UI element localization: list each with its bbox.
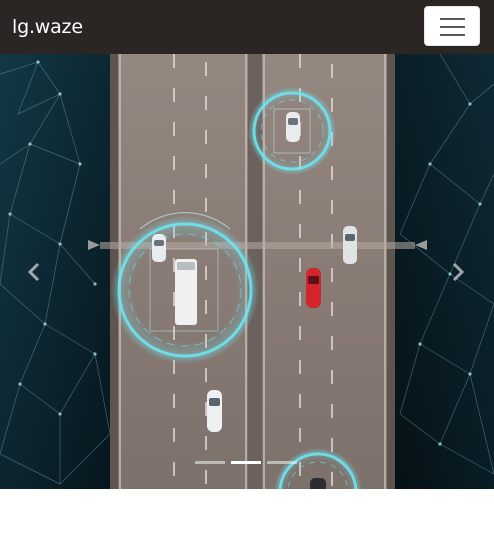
navbar: lg.waze: [0, 0, 494, 54]
chevron-right-icon: [452, 262, 465, 282]
carousel-next-button[interactable]: [420, 54, 494, 489]
chevron-left-icon: [27, 262, 40, 282]
carousel-indicator-3[interactable]: [267, 459, 297, 465]
carousel-indicators: [0, 459, 494, 465]
carousel-indicator-1[interactable]: [195, 459, 225, 465]
carousel-indicator-2[interactable]: [231, 459, 261, 465]
brand-link[interactable]: lg.waze: [12, 15, 83, 39]
carousel-prev-button[interactable]: [0, 54, 74, 489]
hamburger-menu-icon: [440, 18, 465, 36]
navbar-toggler-button[interactable]: [424, 6, 480, 46]
hero-carousel: [0, 54, 494, 489]
